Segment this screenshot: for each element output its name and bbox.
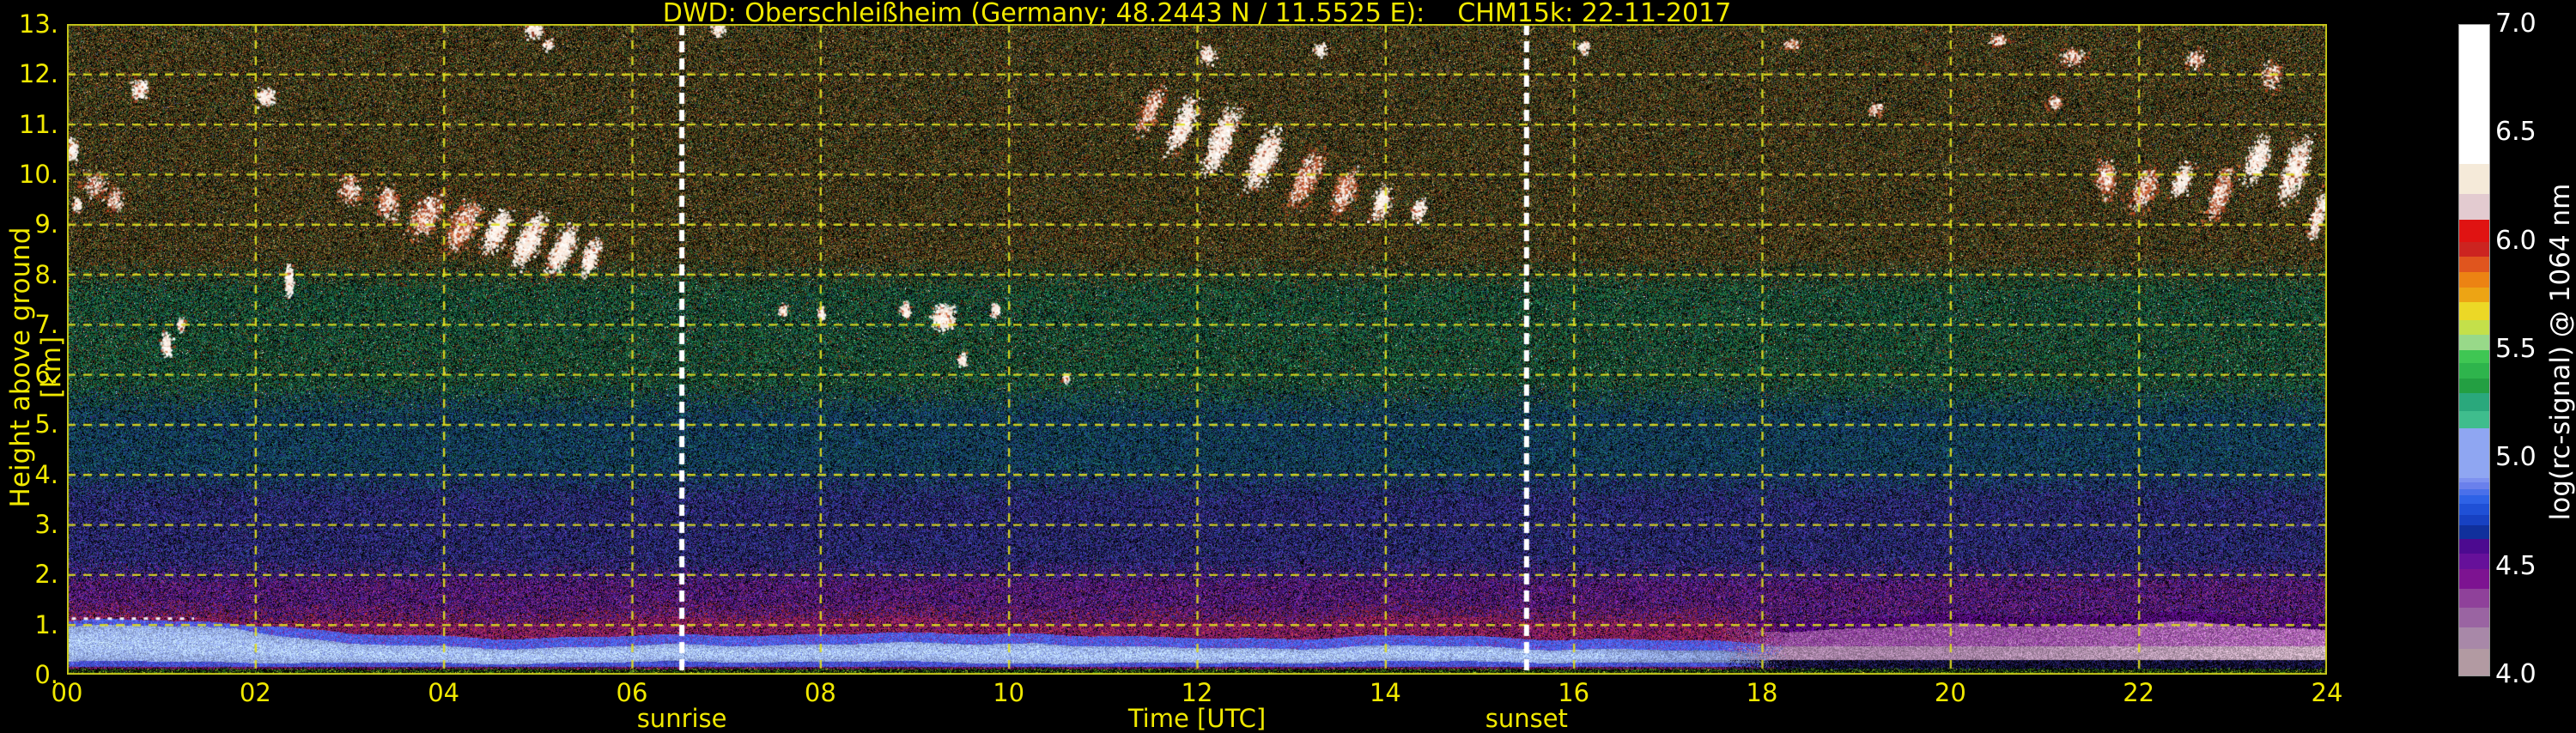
colorbar-segment	[2459, 525, 2489, 538]
x-tick-06: 06	[593, 680, 671, 706]
colorbar-segment	[2459, 515, 2489, 526]
x-tick-18: 18	[1723, 680, 1801, 706]
x-tick-14: 14	[1346, 680, 1424, 706]
colorbar-segment	[2459, 428, 2489, 478]
colorbar-segment	[2459, 302, 2489, 319]
colorbar-segment	[2459, 608, 2489, 627]
x-tick-00: 00	[28, 680, 106, 706]
backscatter-heatmap	[67, 24, 2327, 675]
y-tick-11: 11.	[0, 112, 58, 137]
x-tick-20: 20	[1911, 680, 1989, 706]
colorbar-segment	[2459, 288, 2489, 303]
x-tick-12: 12	[1158, 680, 1236, 706]
colorbar-tick-7.0: 7.0	[2495, 10, 2573, 38]
x-tick-04: 04	[405, 680, 483, 706]
x-tick-16: 16	[1535, 680, 1613, 706]
colorbar-tick-4.5: 4.5	[2495, 553, 2573, 580]
x-tick-08: 08	[781, 680, 859, 706]
colorbar-segment	[2459, 379, 2489, 394]
colorbar-tick-4.0: 4.0	[2495, 661, 2573, 688]
colorbar-segment	[2459, 411, 2489, 428]
colorbar-segment	[2459, 25, 2489, 164]
y-tick-7: 7.	[0, 312, 58, 337]
colorbar-segment	[2459, 393, 2489, 410]
y-tick-13: 13.	[0, 11, 58, 37]
colorbar-segment	[2459, 489, 2489, 496]
y-tick-4: 4.	[0, 462, 58, 488]
colorbar-segment	[2459, 495, 2489, 504]
colorbar-segment	[2459, 350, 2489, 363]
colorbar-segment	[2459, 194, 2489, 220]
colorbar-label: log(rc-signal) @ 1064 nm	[2545, 180, 2576, 524]
x-axis-label: Time [UTC]	[67, 704, 2327, 733]
y-tick-10: 10.	[0, 161, 58, 187]
colorbar-segment	[2459, 569, 2489, 589]
x-tick-02: 02	[216, 680, 294, 706]
sunset-label: sunset	[1424, 704, 1630, 733]
colorbar-segment	[2459, 649, 2489, 675]
y-tick-1: 1.	[0, 612, 58, 638]
x-tick-10: 10	[970, 680, 1048, 706]
colorbar-segment	[2459, 242, 2489, 257]
colorbar-segment	[2459, 539, 2489, 554]
colorbar-segment	[2459, 220, 2489, 241]
y-tick-6: 6.	[0, 361, 58, 387]
ceilometer-figure: DWD: Oberschleißheim (Germany; 48.2443 N…	[0, 0, 2576, 730]
colorbar	[2458, 24, 2490, 676]
y-tick-12: 12.	[0, 61, 58, 87]
colorbar-segment	[2459, 504, 2489, 515]
y-tick-5: 5.	[0, 411, 58, 437]
y-tick-8: 8.	[0, 262, 58, 288]
colorbar-segment	[2459, 363, 2489, 379]
colorbar-segment	[2459, 482, 2489, 489]
colorbar-segment	[2459, 257, 2489, 272]
colorbar-segment	[2459, 335, 2489, 350]
colorbar-segment	[2459, 627, 2489, 649]
colorbar-segment	[2459, 320, 2489, 336]
colorbar-segment	[2459, 554, 2489, 569]
y-tick-3: 3.	[0, 512, 58, 537]
x-tick-22: 22	[2100, 680, 2178, 706]
colorbar-segment	[2459, 164, 2489, 194]
colorbar-segment	[2459, 589, 2489, 609]
y-tick-9: 9.	[0, 211, 58, 237]
x-tick-24: 24	[2288, 680, 2366, 706]
colorbar-tick-6.5: 6.5	[2495, 118, 2573, 146]
sunrise-label: sunrise	[579, 704, 785, 733]
y-tick-2: 2.	[0, 561, 58, 587]
colorbar-segment	[2459, 272, 2489, 288]
